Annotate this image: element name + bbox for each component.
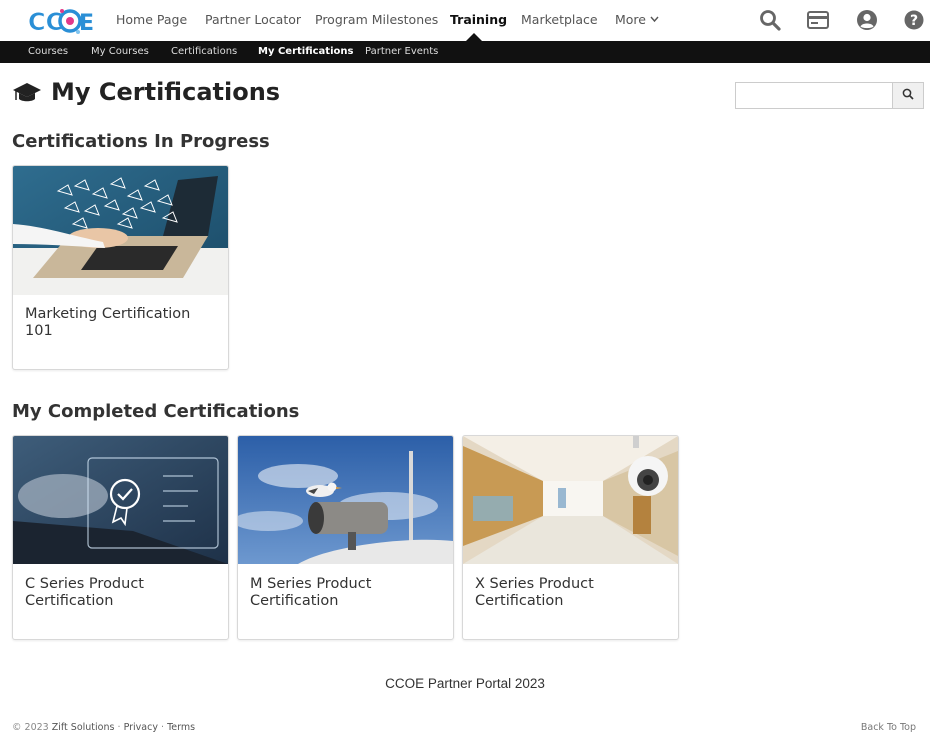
top-navigation: CC E Home Page Partner Locator Program M… [0, 0, 930, 41]
search-input[interactable] [735, 82, 893, 109]
certification-card[interactable]: X Series Product Certification [462, 435, 679, 640]
certification-card[interactable]: C Series Product Certification [12, 435, 229, 640]
search-icon [902, 88, 914, 100]
chevron-down-icon [650, 16, 659, 23]
separator: · [117, 722, 121, 733]
search-button[interactable] [892, 82, 924, 109]
footer-portal-name: CCOE Partner Portal 2023 [385, 676, 545, 691]
card-title[interactable]: M Series Product Certification [250, 576, 445, 610]
certification-card[interactable]: Marketing Certification 101 [12, 165, 229, 370]
svg-text:?: ? [910, 13, 918, 29]
search-icon[interactable] [759, 9, 781, 31]
help-icon[interactable]: ? [903, 9, 925, 31]
seagull-camera-image [238, 436, 453, 564]
nav-marketplace[interactable]: Marketplace [521, 12, 598, 27]
user-icon[interactable] [856, 9, 878, 31]
footer-legal: © 2023 Zift Solutions · Privacy · Terms [12, 722, 195, 733]
separator: · [161, 722, 165, 733]
privacy-link[interactable]: Privacy [124, 722, 158, 733]
certification-card[interactable]: M Series Product Certification [237, 435, 454, 640]
nav-program-milestones[interactable]: Program Milestones [315, 12, 438, 27]
nav-home-page[interactable]: Home Page [116, 12, 187, 27]
training-subnav: Courses My Courses Certifications My Cer… [0, 41, 930, 63]
graduation-cap-icon [13, 83, 41, 102]
digital-certificate-image [13, 436, 228, 564]
hospital-camera-image [463, 436, 678, 564]
section-title-completed: My Completed Certifications [12, 401, 300, 422]
card-title[interactable]: C Series Product Certification [25, 576, 220, 610]
nav-partner-locator[interactable]: Partner Locator [205, 12, 301, 27]
nav-training[interactable]: Training [450, 12, 507, 27]
card-title[interactable]: X Series Product Certification [475, 576, 670, 610]
card-title[interactable]: Marketing Certification 101 [25, 306, 220, 340]
subnav-certifications[interactable]: Certifications [171, 46, 237, 57]
page-title: My Certifications [51, 78, 281, 106]
card-icon[interactable] [807, 9, 829, 31]
ccoe-logo[interactable]: CC E [27, 4, 93, 37]
svg-text:E: E [79, 11, 93, 36]
terms-link[interactable]: Terms [167, 722, 195, 733]
back-to-top-link[interactable]: Back To Top [861, 722, 916, 733]
nav-more-label: More [615, 12, 646, 27]
svg-text:CC: CC [28, 8, 63, 36]
laptop-hands-image [13, 166, 228, 295]
copyright-text: © 2023 [12, 722, 49, 733]
subnav-courses[interactable]: Courses [28, 46, 68, 57]
section-title-in-progress: Certifications In Progress [12, 131, 270, 152]
subnav-my-certifications[interactable]: My Certifications [258, 46, 353, 57]
nav-more[interactable]: More [615, 12, 659, 27]
zift-solutions-link[interactable]: Zift Solutions [52, 722, 115, 733]
subnav-partner-events[interactable]: Partner Events [365, 46, 438, 57]
active-nav-indicator [466, 33, 482, 41]
subnav-my-courses[interactable]: My Courses [91, 46, 149, 57]
